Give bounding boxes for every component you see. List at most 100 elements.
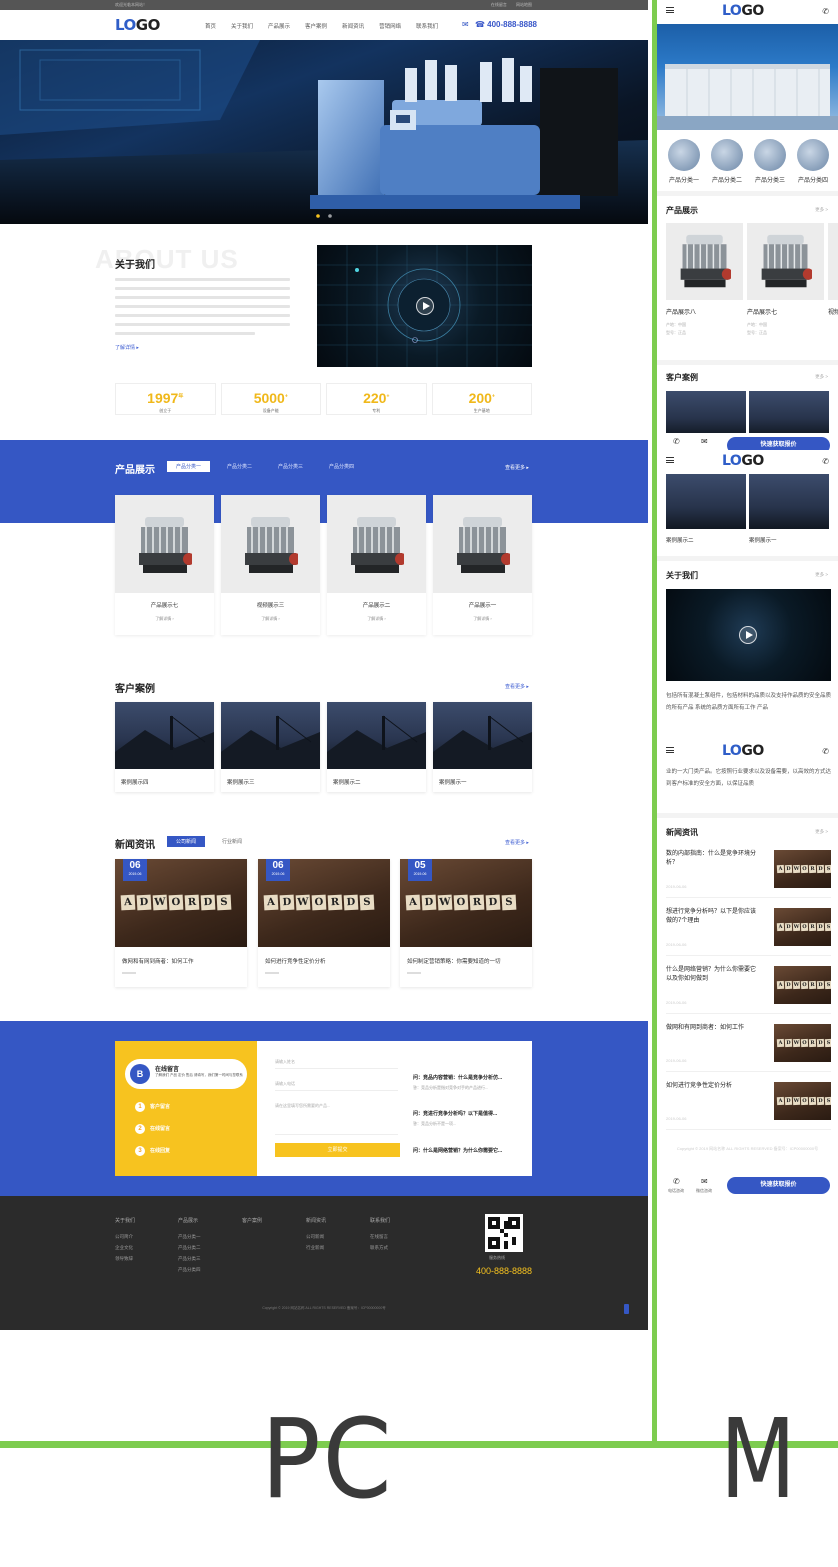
message-icon: B (130, 1064, 150, 1084)
nav-item-news[interactable]: 新闻资讯 (342, 22, 364, 30)
product-card[interactable]: 产品展示七 了解详情 › (115, 495, 214, 635)
menu-icon[interactable] (666, 457, 674, 463)
nav-item-about[interactable]: 关于我们 (231, 22, 253, 30)
tab-category-2[interactable]: 产品分类二 (218, 461, 261, 472)
submit-button[interactable]: 立即提交 (275, 1143, 400, 1157)
case-card[interactable]: 案例展示二 (327, 702, 426, 792)
tab-company-news[interactable]: 公司新闻 (167, 836, 206, 847)
news-more-link[interactable]: 查看更多 ▸ (505, 839, 529, 846)
products-more-link[interactable]: 查看更多 ▸ (505, 464, 529, 471)
menu-icon[interactable] (666, 747, 674, 753)
mobile-icon[interactable] (624, 1304, 629, 1314)
tab-category-3[interactable]: 产品分类三 (269, 461, 312, 472)
wechat-icon[interactable]: ✉ (701, 437, 708, 446)
word-tiles: ADWORDS (263, 894, 375, 911)
message-bubble: B 在线留言 了解我们 产品 定价 售后 请填写，我们第一时间与您联系 (125, 1059, 247, 1089)
nav-item-network[interactable]: 营销网络 (379, 22, 401, 30)
phone-icon[interactable]: ✆ (673, 437, 680, 446)
date-badge: 06 2019-06 (123, 859, 147, 881)
about-more-link[interactable]: 了解详情 ▸ (115, 344, 139, 351)
arrow-right-icon: › (278, 616, 280, 621)
mobile-about-text: 包括所有混凝土泵组件，包括材料的品质以及支持作品质的安全品质的所有产品 系统的品… (666, 693, 832, 711)
category-item[interactable]: 产品分类二 (708, 139, 746, 184)
mobile-product-card[interactable]: 产品展示八 产地：中国 型号：正品 (666, 223, 743, 337)
tab-industry-news[interactable]: 行业新闻 (213, 836, 251, 847)
news-card[interactable]: 06 2019-06 ADWORDS 做网和有网到商者：如何工作 (115, 859, 247, 987)
news-image: 06 2019-06 ADWORDS (115, 859, 247, 947)
mobile-case-image[interactable] (666, 474, 746, 529)
nav-item-contact[interactable]: 联系我们 (416, 22, 438, 30)
category-image (754, 139, 786, 171)
mobile-products-more[interactable]: 更多 > (815, 207, 828, 213)
mobile-logo[interactable]: LOGO (722, 3, 764, 19)
label-m: M (720, 1395, 796, 1523)
mobile-news-item[interactable]: 想进行竞争分析吗？以下是你应该做的7个理由 2019-06-06 A D W O R D S (666, 900, 831, 956)
qa-item[interactable]: 问：什么是网络营销？为什么你需要它... (413, 1147, 502, 1154)
product-image (433, 495, 532, 593)
phone-icon[interactable]: ✆ (822, 747, 829, 756)
product-card[interactable]: 视频展示三 了解详情 › (221, 495, 320, 635)
hero-banner (0, 40, 648, 224)
qa-item[interactable]: 问：竞品内容营销：什么是竞争分析仿... 答：竞品分析是指对竞争对手的产品进行..… (413, 1074, 502, 1091)
mobile-header: LOGO ✆ (657, 0, 838, 24)
topbar-links[interactable]: 在线留言 网站地图 (491, 0, 532, 10)
mobile-cases-more[interactable]: 更多 > (815, 374, 828, 380)
mobile-product-card[interactable]: 产品展示七 产地：中国 型号：正品 (747, 223, 824, 337)
wechat-icon[interactable]: ✉ (701, 1177, 708, 1186)
mobile-logo[interactable]: LOGO (722, 743, 764, 759)
tab-category-1[interactable]: 产品分类一 (167, 461, 211, 472)
mobile-logo[interactable]: LOGO (722, 453, 764, 469)
phone-icon[interactable]: ✆ (822, 457, 829, 466)
case-card[interactable]: 案例展示三 (221, 702, 320, 792)
footer-phone-label: 服务热线 (489, 1255, 505, 1260)
case-card[interactable]: 案例展示一 (433, 702, 532, 792)
welcome-text: 欢迎光临本网站！ (115, 2, 147, 7)
product-card[interactable]: 产品展示二 了解详情 › (327, 495, 426, 635)
mobile-banner (657, 24, 838, 130)
mobile-case-image[interactable] (749, 391, 829, 436)
product-card[interactable]: 产品展示一 了解详情 › (433, 495, 532, 635)
play-icon[interactable] (416, 297, 434, 315)
case-image (327, 702, 426, 769)
category-item[interactable]: 产品分类一 (665, 139, 703, 184)
mobile-case-image[interactable] (666, 391, 746, 436)
cases-more-link[interactable]: 查看更多 ▸ (505, 683, 529, 690)
news-card[interactable]: 05 2019-06 ADWORDS 如何制定营销策略：你需要知道的一切 (400, 859, 532, 987)
phone-icon[interactable]: ✆ (673, 1177, 680, 1186)
quote-button[interactable]: 快速获取报价 (727, 1177, 830, 1194)
phone-icon[interactable]: ✆ (822, 7, 829, 16)
mobile-news-item[interactable]: 数的内部指南：什么是竞争环境分析？ 2019-06-06 A D W O R D S (666, 842, 831, 898)
mobile-case-image[interactable] (749, 474, 829, 529)
divider-horizontal (0, 1441, 838, 1448)
main-nav: 首页 关于我们 产品展示 客户案例 新闻资讯 营销网络 联系我们 (205, 22, 438, 30)
menu-icon[interactable] (666, 7, 674, 13)
play-icon[interactable] (739, 626, 757, 644)
mobile-about-more[interactable]: 更多 > (815, 572, 828, 578)
mobile-about-video[interactable] (666, 589, 831, 681)
content-field[interactable]: 请在这里填写您所需要的产品... (275, 1099, 398, 1135)
mobile-news-more[interactable]: 更多 > (815, 829, 828, 835)
tab-category-4[interactable]: 产品分类四 (320, 461, 363, 472)
mobile-about-text: 业的一大门类产品。它按照行业要求以及设备需要，以高效的方式达到客户标准的安全方面… (666, 769, 832, 787)
category-image (797, 139, 829, 171)
nav-item-products[interactable]: 产品展示 (268, 22, 290, 30)
category-item[interactable]: 产品分类三 (751, 139, 789, 184)
product-image (221, 495, 320, 593)
phone-field[interactable]: 请输入电话 (275, 1077, 398, 1091)
news-card[interactable]: 06 2019-06 ADWORDS 如何进行竞争性定价分析 (258, 859, 390, 987)
about-video[interactable] (317, 245, 532, 367)
mobile-news-item[interactable]: 如何进行竞争性定价分析 2019-06-06 A D W O R D S (666, 1074, 831, 1130)
mobile-news-item[interactable]: 什么是网络营销？为什么你需要它以及你如何做到 2019-06-06 A D W O R D S (666, 958, 831, 1014)
qa-item[interactable]: 问：竞进行竞争分析吗？以下是值得... 答：竞品分析不是一项... (413, 1110, 497, 1127)
category-item[interactable]: 产品分类四 (794, 139, 832, 184)
nav-item-cases[interactable]: 客户案例 (305, 22, 327, 30)
nav-item-home[interactable]: 首页 (205, 22, 216, 30)
mobile-header: LOGO ✆ (657, 450, 838, 474)
name-field[interactable]: 请输入姓名 (275, 1055, 398, 1069)
logo[interactable]: LOGO (115, 16, 160, 34)
mobile-product-card[interactable]: 视频 (828, 223, 838, 316)
mobile-preview: LOGO ✆ 产品分类一 产品分类二 产品分类三 产品分类四 产品展示 更多 >… (657, 0, 838, 1440)
mobile-news-item[interactable]: 做网和有网到商者：如何工作 2019-06-06 A D W O R D S (666, 1016, 831, 1072)
products-title: 产品展示 (115, 465, 155, 476)
case-card[interactable]: 案例展示四 (115, 702, 214, 792)
